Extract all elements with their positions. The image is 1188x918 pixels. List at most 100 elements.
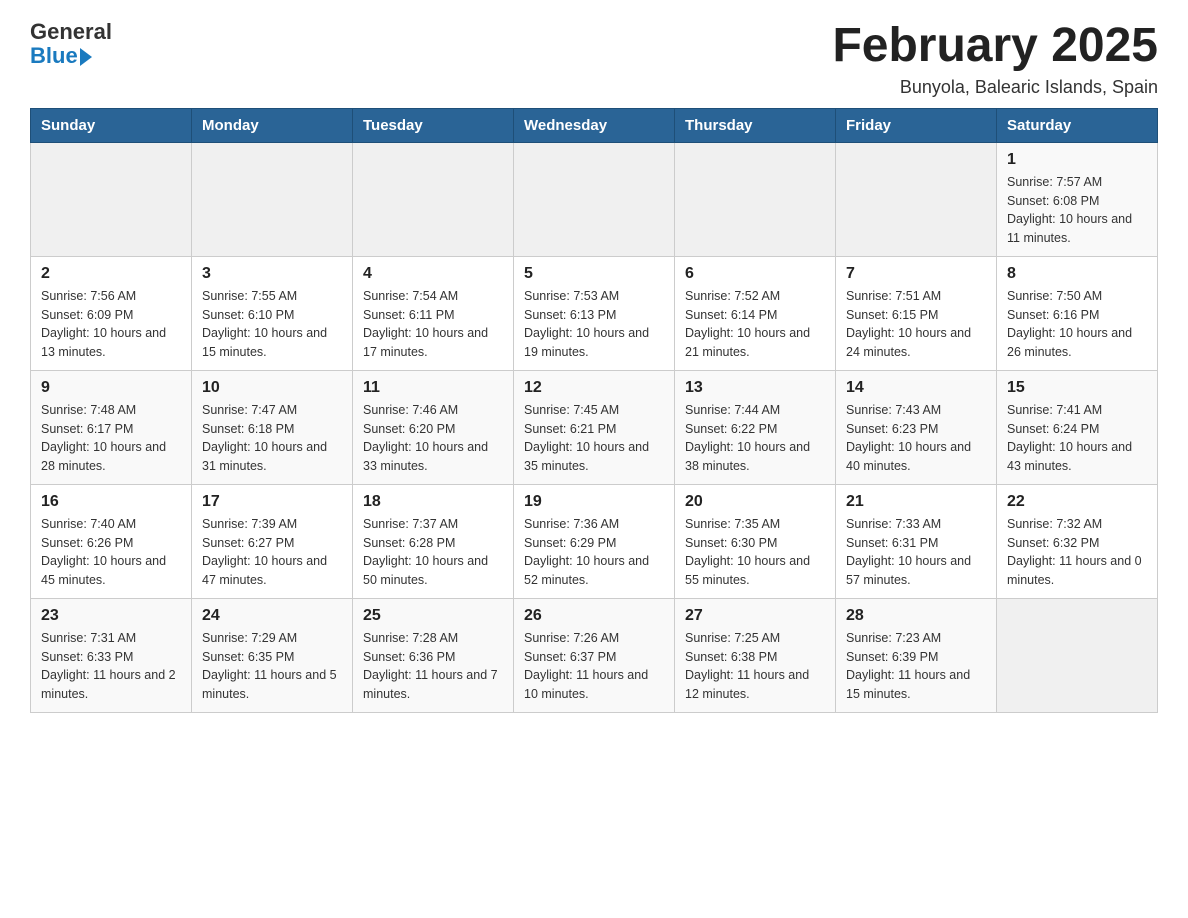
day-number: 8 (1007, 265, 1147, 283)
logo-blue-text: Blue (30, 44, 78, 68)
calendar-day-cell (31, 142, 192, 256)
day-of-week-header: Thursday (675, 108, 836, 142)
day-info: Sunrise: 7:56 AM Sunset: 6:09 PM Dayligh… (41, 287, 181, 362)
day-info: Sunrise: 7:29 AM Sunset: 6:35 PM Dayligh… (202, 629, 342, 704)
day-info: Sunrise: 7:57 AM Sunset: 6:08 PM Dayligh… (1007, 173, 1147, 248)
day-info: Sunrise: 7:50 AM Sunset: 6:16 PM Dayligh… (1007, 287, 1147, 362)
day-info: Sunrise: 7:32 AM Sunset: 6:32 PM Dayligh… (1007, 515, 1147, 590)
day-info: Sunrise: 7:23 AM Sunset: 6:39 PM Dayligh… (846, 629, 986, 704)
day-number: 1 (1007, 151, 1147, 169)
day-number: 28 (846, 607, 986, 625)
calendar-day-cell: 24 Sunrise: 7:29 AM Sunset: 6:35 PM Dayli… (192, 598, 353, 712)
day-of-week-header: Saturday (997, 108, 1158, 142)
day-number: 13 (685, 379, 825, 397)
day-info: Sunrise: 7:25 AM Sunset: 6:38 PM Dayligh… (685, 629, 825, 704)
day-number: 2 (41, 265, 181, 283)
day-of-week-header: Tuesday (353, 108, 514, 142)
logo: General Blue (30, 20, 112, 68)
day-info: Sunrise: 7:28 AM Sunset: 6:36 PM Dayligh… (363, 629, 503, 704)
day-number: 19 (524, 493, 664, 511)
day-of-week-header: Monday (192, 108, 353, 142)
day-number: 26 (524, 607, 664, 625)
day-number: 24 (202, 607, 342, 625)
calendar-day-cell (675, 142, 836, 256)
day-info: Sunrise: 7:55 AM Sunset: 6:10 PM Dayligh… (202, 287, 342, 362)
day-number: 21 (846, 493, 986, 511)
calendar-day-cell: 12 Sunrise: 7:45 AM Sunset: 6:21 PM Dayli… (514, 370, 675, 484)
day-number: 10 (202, 379, 342, 397)
day-number: 18 (363, 493, 503, 511)
calendar-day-cell: 1 Sunrise: 7:57 AM Sunset: 6:08 PM Daylig… (997, 142, 1158, 256)
calendar-day-cell (997, 598, 1158, 712)
day-info: Sunrise: 7:51 AM Sunset: 6:15 PM Dayligh… (846, 287, 986, 362)
calendar-week-row: 1 Sunrise: 7:57 AM Sunset: 6:08 PM Daylig… (31, 142, 1158, 256)
calendar-day-cell: 7 Sunrise: 7:51 AM Sunset: 6:15 PM Daylig… (836, 256, 997, 370)
day-number: 27 (685, 607, 825, 625)
calendar-day-cell: 17 Sunrise: 7:39 AM Sunset: 6:27 PM Dayli… (192, 484, 353, 598)
logo-general-text: General (30, 20, 112, 44)
day-info: Sunrise: 7:31 AM Sunset: 6:33 PM Dayligh… (41, 629, 181, 704)
day-info: Sunrise: 7:33 AM Sunset: 6:31 PM Dayligh… (846, 515, 986, 590)
day-of-week-header: Sunday (31, 108, 192, 142)
day-info: Sunrise: 7:37 AM Sunset: 6:28 PM Dayligh… (363, 515, 503, 590)
day-info: Sunrise: 7:48 AM Sunset: 6:17 PM Dayligh… (41, 401, 181, 476)
calendar-day-cell: 13 Sunrise: 7:44 AM Sunset: 6:22 PM Dayli… (675, 370, 836, 484)
day-info: Sunrise: 7:53 AM Sunset: 6:13 PM Dayligh… (524, 287, 664, 362)
day-number: 25 (363, 607, 503, 625)
day-number: 7 (846, 265, 986, 283)
calendar-day-cell: 20 Sunrise: 7:35 AM Sunset: 6:30 PM Dayli… (675, 484, 836, 598)
day-info: Sunrise: 7:36 AM Sunset: 6:29 PM Dayligh… (524, 515, 664, 590)
day-info: Sunrise: 7:40 AM Sunset: 6:26 PM Dayligh… (41, 515, 181, 590)
calendar-day-cell: 28 Sunrise: 7:23 AM Sunset: 6:39 PM Dayli… (836, 598, 997, 712)
day-number: 20 (685, 493, 825, 511)
day-number: 16 (41, 493, 181, 511)
calendar-day-cell: 27 Sunrise: 7:25 AM Sunset: 6:38 PM Dayli… (675, 598, 836, 712)
calendar-day-cell: 16 Sunrise: 7:40 AM Sunset: 6:26 PM Dayli… (31, 484, 192, 598)
day-number: 3 (202, 265, 342, 283)
day-info: Sunrise: 7:47 AM Sunset: 6:18 PM Dayligh… (202, 401, 342, 476)
calendar-day-cell: 18 Sunrise: 7:37 AM Sunset: 6:28 PM Dayli… (353, 484, 514, 598)
day-number: 22 (1007, 493, 1147, 511)
day-number: 15 (1007, 379, 1147, 397)
calendar-day-cell: 22 Sunrise: 7:32 AM Sunset: 6:32 PM Dayli… (997, 484, 1158, 598)
day-of-week-header: Friday (836, 108, 997, 142)
location-text: Bunyola, Balearic Islands, Spain (832, 77, 1158, 98)
day-number: 17 (202, 493, 342, 511)
day-info: Sunrise: 7:41 AM Sunset: 6:24 PM Dayligh… (1007, 401, 1147, 476)
calendar-week-row: 9 Sunrise: 7:48 AM Sunset: 6:17 PM Daylig… (31, 370, 1158, 484)
calendar-header-row: SundayMondayTuesdayWednesdayThursdayFrid… (31, 108, 1158, 142)
logo-arrow-icon (80, 48, 92, 66)
day-info: Sunrise: 7:52 AM Sunset: 6:14 PM Dayligh… (685, 287, 825, 362)
day-number: 4 (363, 265, 503, 283)
day-number: 5 (524, 265, 664, 283)
day-info: Sunrise: 7:46 AM Sunset: 6:20 PM Dayligh… (363, 401, 503, 476)
calendar-day-cell: 23 Sunrise: 7:31 AM Sunset: 6:33 PM Dayli… (31, 598, 192, 712)
calendar-day-cell (353, 142, 514, 256)
day-number: 23 (41, 607, 181, 625)
day-info: Sunrise: 7:35 AM Sunset: 6:30 PM Dayligh… (685, 515, 825, 590)
day-info: Sunrise: 7:39 AM Sunset: 6:27 PM Dayligh… (202, 515, 342, 590)
month-title: February 2025 (832, 20, 1158, 73)
calendar-day-cell: 15 Sunrise: 7:41 AM Sunset: 6:24 PM Dayli… (997, 370, 1158, 484)
title-block: February 2025 Bunyola, Balearic Islands,… (832, 20, 1158, 98)
day-info: Sunrise: 7:44 AM Sunset: 6:22 PM Dayligh… (685, 401, 825, 476)
calendar-day-cell: 10 Sunrise: 7:47 AM Sunset: 6:18 PM Dayli… (192, 370, 353, 484)
calendar-week-row: 16 Sunrise: 7:40 AM Sunset: 6:26 PM Dayli… (31, 484, 1158, 598)
calendar-day-cell: 4Sunrise: 7:54 AM Sunset: 6:11 PM Daylig… (353, 256, 514, 370)
calendar-day-cell: 5 Sunrise: 7:53 AM Sunset: 6:13 PM Daylig… (514, 256, 675, 370)
day-number: 12 (524, 379, 664, 397)
calendar-day-cell: 8 Sunrise: 7:50 AM Sunset: 6:16 PM Daylig… (997, 256, 1158, 370)
page-header: General Blue February 2025 Bunyola, Bale… (30, 20, 1158, 98)
calendar-day-cell: 19 Sunrise: 7:36 AM Sunset: 6:29 PM Dayli… (514, 484, 675, 598)
calendar-day-cell: 9 Sunrise: 7:48 AM Sunset: 6:17 PM Daylig… (31, 370, 192, 484)
calendar-day-cell: 14Sunrise: 7:43 AM Sunset: 6:23 PM Dayli… (836, 370, 997, 484)
day-info: Sunrise: 7:26 AM Sunset: 6:37 PM Dayligh… (524, 629, 664, 704)
calendar-week-row: 2 Sunrise: 7:56 AM Sunset: 6:09 PM Daylig… (31, 256, 1158, 370)
calendar-day-cell: 2 Sunrise: 7:56 AM Sunset: 6:09 PM Daylig… (31, 256, 192, 370)
calendar-day-cell (836, 142, 997, 256)
calendar-day-cell: 26 Sunrise: 7:26 AM Sunset: 6:37 PM Dayli… (514, 598, 675, 712)
day-number: 6 (685, 265, 825, 283)
calendar-table: SundayMondayTuesdayWednesdayThursdayFrid… (30, 108, 1158, 713)
day-number: 9 (41, 379, 181, 397)
day-info: Sunrise: 7:45 AM Sunset: 6:21 PM Dayligh… (524, 401, 664, 476)
